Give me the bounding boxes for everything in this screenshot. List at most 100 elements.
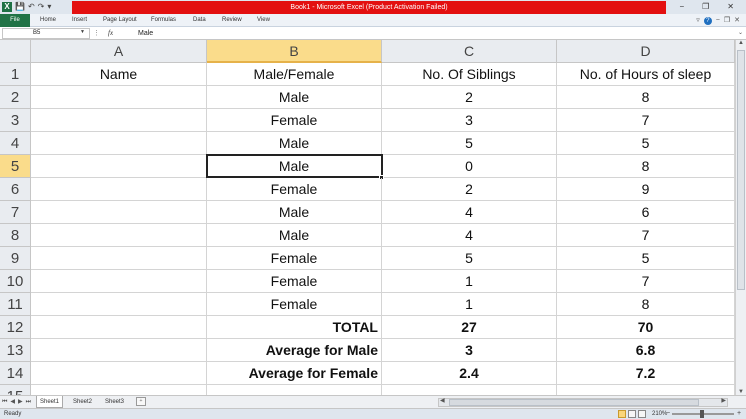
- cell-d2[interactable]: 8: [557, 86, 735, 109]
- zoom-slider[interactable]: [672, 410, 734, 418]
- cell-d10[interactable]: 7: [557, 270, 735, 293]
- cell-c11[interactable]: 1: [382, 293, 557, 316]
- cell-b12[interactable]: TOTAL: [207, 316, 382, 339]
- normal-view-icon[interactable]: [618, 410, 626, 418]
- first-sheet-icon[interactable]: ⏮: [2, 397, 7, 408]
- scroll-up-icon[interactable]: ▲: [738, 40, 744, 46]
- cell-a11[interactable]: [31, 293, 207, 316]
- select-all-corner[interactable]: [0, 40, 31, 63]
- cell-c14[interactable]: 2.4: [382, 362, 557, 385]
- next-sheet-icon[interactable]: ▶: [18, 397, 23, 408]
- prev-sheet-icon[interactable]: ◀: [10, 397, 15, 408]
- tab-page-layout[interactable]: Page Layout: [103, 14, 137, 27]
- sheet-tab-sheet3[interactable]: Sheet3: [102, 396, 127, 408]
- zoom-in-icon[interactable]: +: [737, 409, 741, 419]
- page-break-view-icon[interactable]: [638, 410, 646, 418]
- cell-b7[interactable]: Male: [207, 201, 382, 224]
- cell-c5[interactable]: 0: [382, 155, 557, 178]
- cell-a4[interactable]: [31, 132, 207, 155]
- cell-d4[interactable]: 5: [557, 132, 735, 155]
- tab-home[interactable]: Home: [40, 14, 56, 27]
- restore-icon[interactable]: ❐: [702, 0, 709, 14]
- cell-c6[interactable]: 2: [382, 178, 557, 201]
- row-header-12[interactable]: 12: [0, 316, 31, 339]
- row-header-15[interactable]: 15: [0, 385, 31, 395]
- page-layout-view-icon[interactable]: [628, 410, 636, 418]
- cell-b14[interactable]: Average for Female: [207, 362, 382, 385]
- scroll-left-icon[interactable]: ◀: [440, 397, 445, 404]
- cell-d7[interactable]: 6: [557, 201, 735, 224]
- cell-c2[interactable]: 2: [382, 86, 557, 109]
- cell-d9[interactable]: 5: [557, 247, 735, 270]
- cell-c10[interactable]: 1: [382, 270, 557, 293]
- tab-formulas[interactable]: Formulas: [151, 14, 176, 27]
- cell-d1[interactable]: No. of Hours of sleep: [557, 63, 735, 86]
- row-header-5[interactable]: 5: [0, 155, 31, 178]
- tab-data[interactable]: Data: [193, 14, 206, 27]
- row-header-7[interactable]: 7: [0, 201, 31, 224]
- cell-d3[interactable]: 7: [557, 109, 735, 132]
- row-header-11[interactable]: 11: [0, 293, 31, 316]
- cell-a1[interactable]: Name: [31, 63, 207, 86]
- worksheet-grid[interactable]: A B C D 1 Name Male/Female No. Of Siblings N…: [0, 40, 746, 395]
- cell-b4[interactable]: Male: [207, 132, 382, 155]
- name-box[interactable]: B5: [2, 28, 90, 39]
- customize-qat-icon[interactable]: ▾: [47, 2, 51, 12]
- horizontal-scrollbar[interactable]: ◀ ▶: [438, 398, 728, 407]
- row-header-2[interactable]: 2: [0, 86, 31, 109]
- cell-c12[interactable]: 27: [382, 316, 557, 339]
- cell-a12[interactable]: [31, 316, 207, 339]
- row-header-9[interactable]: 9: [0, 247, 31, 270]
- cell-a7[interactable]: [31, 201, 207, 224]
- sheet-tab-sheet2[interactable]: Sheet2: [70, 396, 95, 408]
- row-header-6[interactable]: 6: [0, 178, 31, 201]
- name-box-dropdown-icon[interactable]: ▼: [80, 29, 85, 35]
- expand-formula-bar-icon[interactable]: ⌄: [738, 29, 743, 36]
- cell-a5[interactable]: [31, 155, 207, 178]
- cell-c13[interactable]: 3: [382, 339, 557, 362]
- cell-d13[interactable]: 6.8: [557, 339, 735, 362]
- cell-a8[interactable]: [31, 224, 207, 247]
- redo-icon[interactable]: ↷: [38, 2, 45, 12]
- formula-input[interactable]: Male: [138, 28, 153, 39]
- cell-d15[interactable]: [557, 385, 735, 395]
- row-header-14[interactable]: 14: [0, 362, 31, 385]
- row-header-1[interactable]: 1: [0, 63, 31, 86]
- vertical-scrollbar[interactable]: ▲ ▼: [735, 40, 746, 395]
- cell-b1[interactable]: Male/Female: [207, 63, 382, 86]
- cell-a14[interactable]: [31, 362, 207, 385]
- cell-a15[interactable]: [31, 385, 207, 395]
- cell-d5[interactable]: 8: [557, 155, 735, 178]
- tab-view[interactable]: View: [257, 14, 270, 27]
- help-icon[interactable]: ?: [703, 16, 712, 25]
- cell-b10[interactable]: Female: [207, 270, 382, 293]
- cell-c3[interactable]: 3: [382, 109, 557, 132]
- cell-b13[interactable]: Average for Male: [207, 339, 382, 362]
- cell-c15[interactable]: [382, 385, 557, 395]
- column-header-c[interactable]: C: [382, 40, 557, 63]
- row-header-10[interactable]: 10: [0, 270, 31, 293]
- workbook-minimize-icon[interactable]: −: [716, 14, 720, 27]
- column-header-d[interactable]: D: [557, 40, 735, 63]
- column-header-b[interactable]: B: [207, 40, 382, 63]
- cell-a10[interactable]: [31, 270, 207, 293]
- insert-sheet-icon[interactable]: +: [136, 397, 146, 406]
- workbook-close-icon[interactable]: ✕: [734, 14, 740, 27]
- cell-a13[interactable]: [31, 339, 207, 362]
- cell-c1[interactable]: No. Of Siblings: [382, 63, 557, 86]
- tab-review[interactable]: Review: [222, 14, 242, 27]
- cell-d6[interactable]: 9: [557, 178, 735, 201]
- cell-a2[interactable]: [31, 86, 207, 109]
- cell-c8[interactable]: 4: [382, 224, 557, 247]
- cell-c7[interactable]: 4: [382, 201, 557, 224]
- cell-d8[interactable]: 7: [557, 224, 735, 247]
- row-header-3[interactable]: 3: [0, 109, 31, 132]
- cell-d11[interactable]: 8: [557, 293, 735, 316]
- horizontal-scroll-thumb[interactable]: [449, 399, 699, 406]
- cell-d14[interactable]: 7.2: [557, 362, 735, 385]
- last-sheet-icon[interactable]: ⏭: [26, 397, 31, 408]
- column-header-a[interactable]: A: [31, 40, 207, 63]
- workbook-restore-icon[interactable]: ❐: [724, 14, 730, 27]
- cell-b9[interactable]: Female: [207, 247, 382, 270]
- cell-a9[interactable]: [31, 247, 207, 270]
